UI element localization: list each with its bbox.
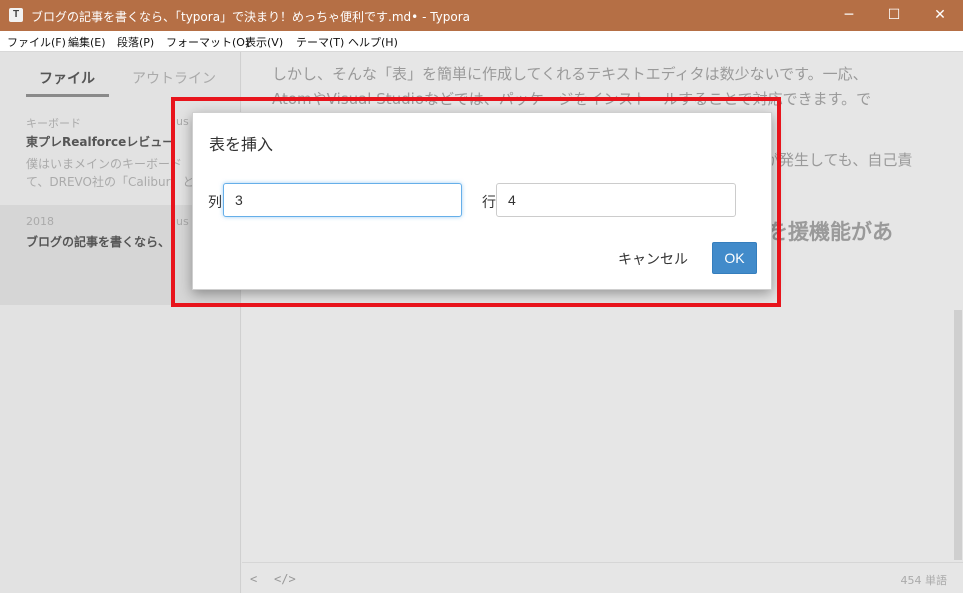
file-excerpt: て、DREVO社の「Calibur」と xyxy=(26,175,195,189)
file-author: us xyxy=(176,115,189,128)
columns-input[interactable] xyxy=(223,183,462,217)
title-bar: T ブログの記事を書くなら、「typora」で決まり！めっちゃ便利です.md• … xyxy=(0,0,963,31)
close-icon[interactable]: ✕ xyxy=(917,0,963,31)
ok-button[interactable]: OK xyxy=(712,242,757,274)
window-title: ブログの記事を書くなら、「typora」で決まり！めっちゃ便利です.md• - … xyxy=(31,10,471,24)
insert-table-dialog: 表を挿入 列 行 キャンセル OK xyxy=(192,112,772,290)
file-date: 2018 xyxy=(26,215,54,228)
menu-paragraph[interactable]: 段落(P) xyxy=(117,34,154,50)
menu-file[interactable]: ファイル(F) xyxy=(7,34,66,50)
file-date: キーボード xyxy=(26,117,81,130)
menu-help[interactable]: ヘルプ(H) xyxy=(348,34,398,50)
editor-text-line: AtomやVisual Studioなどでは、パッケージをインストールすることで… xyxy=(272,90,872,108)
maximize-icon[interactable]: ☐ xyxy=(871,0,917,31)
editor-text-line: が発生しても、自己責 xyxy=(764,151,913,169)
tab-files[interactable]: ファイル xyxy=(39,68,95,88)
source-code-mode-icon[interactable]: </> xyxy=(274,572,296,586)
file-author: us xyxy=(176,215,189,228)
typora-app-icon: T xyxy=(9,8,23,22)
cancel-button[interactable]: キャンセル xyxy=(613,243,693,274)
file-excerpt: 僕はいまメインのキーボード xyxy=(26,157,183,171)
active-tab-indicator xyxy=(26,94,109,97)
editor-text-line: しかし、そんな「表」を簡単に作成してくれるテキストエディタは数少ないです。一応、 xyxy=(272,65,868,83)
rows-label: 行 xyxy=(482,195,496,211)
menu-view[interactable]: 表示(V) xyxy=(245,34,283,50)
columns-label: 列 xyxy=(208,195,222,211)
editor-scrollbar-thumb[interactable] xyxy=(954,310,962,560)
minimize-icon[interactable]: ─ xyxy=(826,0,872,31)
status-bar: < </> 454 単語 xyxy=(242,562,963,593)
dialog-title: 表を挿入 xyxy=(209,135,274,154)
menu-edit[interactable]: 編集(E) xyxy=(68,34,106,50)
menu-theme[interactable]: テーマ(T) xyxy=(296,34,344,50)
tab-outline[interactable]: アウトライン xyxy=(132,68,216,88)
rows-input[interactable] xyxy=(496,183,736,217)
menu-bar: ファイル(F) 編集(E) 段落(P) フォーマット(O) 表示(V) テーマ(… xyxy=(0,31,963,52)
file-title: ブログの記事を書くなら、 xyxy=(26,235,171,249)
word-count[interactable]: 454 単語 xyxy=(901,572,948,588)
toggle-sidebar-icon[interactable]: < xyxy=(250,572,257,586)
file-title: 東プレRealforceレビュー xyxy=(26,135,175,149)
menu-format[interactable]: フォーマット(O) xyxy=(166,34,249,50)
editor-heading: を援機能があ xyxy=(767,220,893,244)
